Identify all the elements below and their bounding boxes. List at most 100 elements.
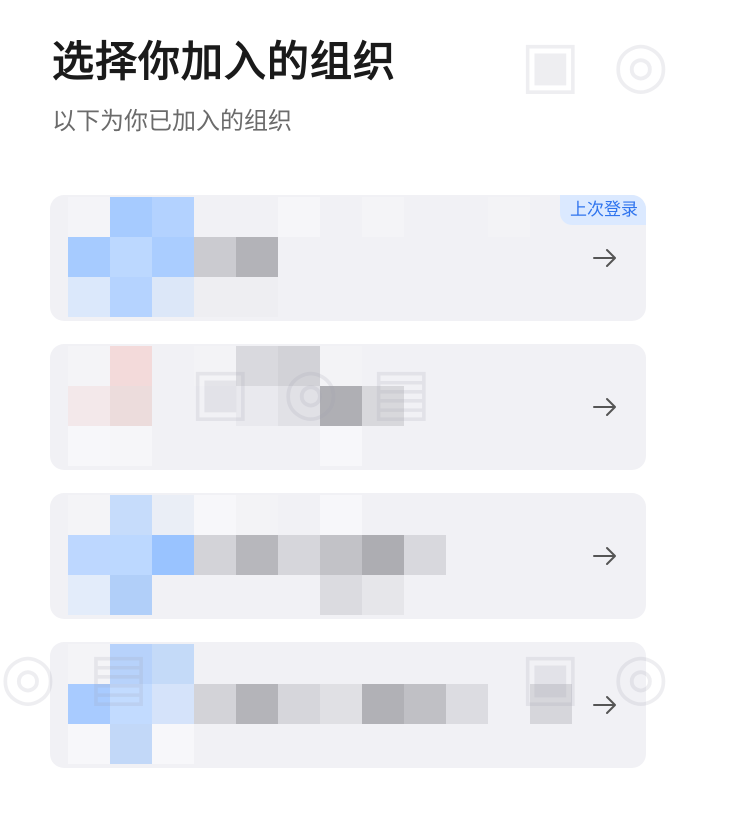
mosaic-tile: [446, 197, 488, 237]
org-avatar-pixelated: [68, 346, 572, 466]
mosaic-tile: [488, 535, 530, 575]
mosaic-tile: [278, 575, 320, 615]
mosaic-tile: [404, 644, 446, 684]
mosaic-tile: [530, 684, 572, 724]
mosaic-tile: [194, 346, 236, 386]
mosaic-tile: [404, 197, 446, 237]
arrow-right-icon[interactable]: [592, 394, 618, 420]
mosaic-tile: [446, 684, 488, 724]
mosaic-tile: [446, 724, 488, 764]
mosaic-tile: [152, 197, 194, 237]
org-card[interactable]: 上次登录: [50, 195, 646, 321]
mosaic-tile: [320, 426, 362, 466]
mosaic-tile: [194, 197, 236, 237]
mosaic-tile: [362, 426, 404, 466]
mosaic-tile: [110, 644, 152, 684]
mosaic-tile: [530, 575, 572, 615]
mosaic-tile: [68, 495, 110, 535]
mosaic-tile: [110, 684, 152, 724]
org-avatar-pixelated: [68, 644, 572, 764]
arrow-right-icon[interactable]: [592, 245, 618, 271]
mosaic-tile: [152, 535, 194, 575]
mosaic-tile: [320, 197, 362, 237]
mosaic-tile: [110, 724, 152, 764]
mosaic-tile: [362, 237, 404, 277]
mosaic-tile: [320, 495, 362, 535]
mosaic-tile: [194, 724, 236, 764]
mosaic-tile: [194, 644, 236, 684]
mosaic-tile: [152, 386, 194, 426]
arrow-right-icon[interactable]: [592, 692, 618, 718]
mosaic-tile: [446, 237, 488, 277]
mosaic-tile: [404, 575, 446, 615]
mosaic-tile: [194, 277, 236, 317]
mosaic-tile: [488, 644, 530, 684]
mosaic-tile: [320, 575, 362, 615]
mosaic-tile: [404, 535, 446, 575]
mosaic-tile: [236, 495, 278, 535]
mosaic-tile: [278, 426, 320, 466]
mosaic-tile: [68, 197, 110, 237]
mosaic-tile: [278, 535, 320, 575]
mosaic-tile: [530, 277, 572, 317]
mosaic-tile: [362, 277, 404, 317]
mosaic-tile: [236, 426, 278, 466]
arrow-right-icon[interactable]: [592, 543, 618, 569]
mosaic-tile: [320, 346, 362, 386]
mosaic-tile: [194, 684, 236, 724]
mosaic-tile: [362, 684, 404, 724]
mosaic-tile: [488, 724, 530, 764]
mosaic-tile: [110, 237, 152, 277]
mosaic-tile: [362, 386, 404, 426]
org-list: 上次登录: [50, 195, 646, 791]
mosaic-tile: [236, 197, 278, 237]
page-title: 选择你加入的组织: [52, 37, 397, 86]
mosaic-tile: [152, 575, 194, 615]
org-card[interactable]: [50, 344, 646, 470]
mosaic-tile: [152, 684, 194, 724]
watermark: ▣ ◎: [520, 28, 675, 102]
mosaic-tile: [530, 535, 572, 575]
mosaic-tile: [278, 277, 320, 317]
mosaic-tile: [404, 386, 446, 426]
mosaic-tile: [362, 495, 404, 535]
mosaic-tile: [278, 386, 320, 426]
mosaic-tile: [446, 495, 488, 535]
org-card[interactable]: [50, 493, 646, 619]
mosaic-tile: [488, 575, 530, 615]
org-card[interactable]: [50, 642, 646, 768]
mosaic-tile: [152, 495, 194, 535]
mosaic-tile: [404, 346, 446, 386]
mosaic-tile: [488, 684, 530, 724]
mosaic-tile: [278, 346, 320, 386]
mosaic-tile: [278, 495, 320, 535]
mosaic-tile: [404, 495, 446, 535]
mosaic-tile: [320, 724, 362, 764]
mosaic-tile: [236, 575, 278, 615]
mosaic-tile: [278, 197, 320, 237]
mosaic-tile: [404, 684, 446, 724]
mosaic-tile: [404, 277, 446, 317]
mosaic-tile: [362, 346, 404, 386]
mosaic-tile: [152, 277, 194, 317]
mosaic-tile: [68, 386, 110, 426]
mosaic-tile: [320, 535, 362, 575]
mosaic-tile: [68, 346, 110, 386]
mosaic-tile: [446, 535, 488, 575]
mosaic-tile: [446, 575, 488, 615]
mosaic-tile: [488, 386, 530, 426]
page-subtitle: 以下为你已加入的组织: [52, 107, 292, 135]
mosaic-tile: [530, 495, 572, 535]
mosaic-tile: [488, 237, 530, 277]
mosaic-tile: [446, 346, 488, 386]
mosaic-tile: [362, 644, 404, 684]
mosaic-tile: [194, 237, 236, 277]
mosaic-tile: [68, 277, 110, 317]
mosaic-tile: [110, 426, 152, 466]
mosaic-tile: [236, 346, 278, 386]
mosaic-tile: [68, 535, 110, 575]
org-avatar-pixelated: [68, 495, 572, 615]
mosaic-tile: [236, 237, 278, 277]
mosaic-tile: [68, 237, 110, 277]
mosaic-tile: [68, 724, 110, 764]
